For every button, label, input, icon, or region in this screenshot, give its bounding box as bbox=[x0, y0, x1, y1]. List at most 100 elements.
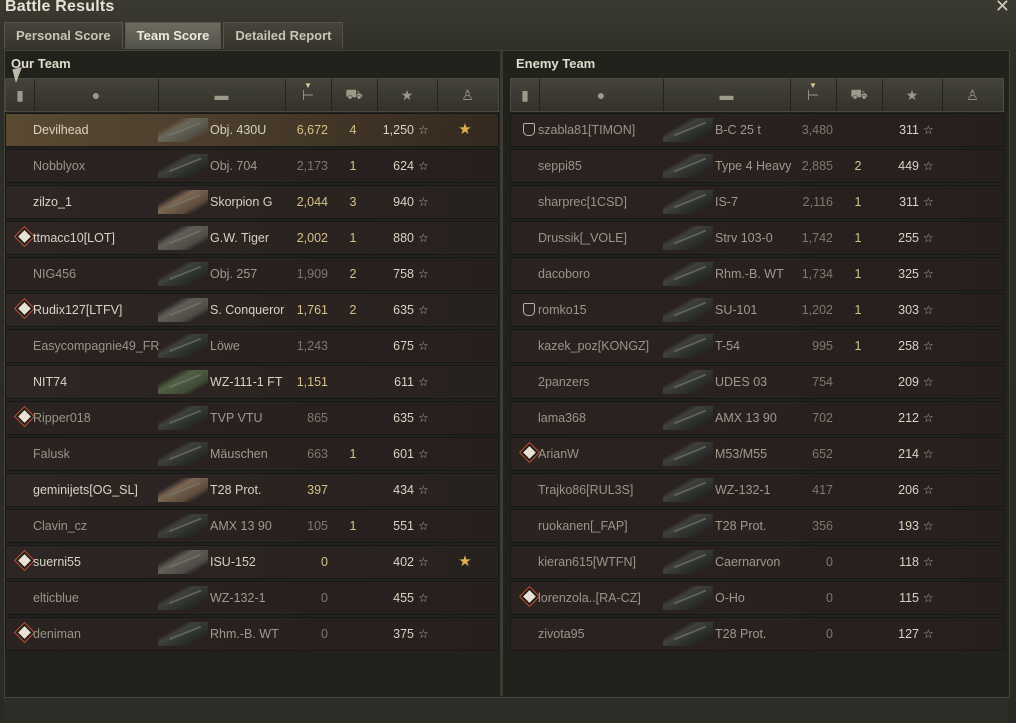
player-row[interactable]: Easycompagnie49_FR Löwe 1,243 675 ☆ bbox=[5, 329, 499, 363]
medal-icon bbox=[958, 510, 982, 542]
platoon-icon bbox=[14, 222, 34, 254]
xp-value: 303 bbox=[898, 303, 919, 317]
player-row[interactable]: zivota95 T28 Prot. 0 127 ☆ bbox=[510, 617, 1004, 651]
close-icon[interactable]: ✕ bbox=[995, 0, 1010, 17]
star-icon: ☆ bbox=[923, 339, 934, 353]
tank-image bbox=[158, 294, 208, 326]
vehicle-icon[interactable]: ▬ bbox=[663, 79, 791, 111]
kills-icon[interactable]: ⛟ bbox=[836, 79, 883, 111]
xp-value: 624 bbox=[393, 159, 414, 173]
player-row[interactable]: deniman Rhm.-B. WT 0 375 ☆ bbox=[5, 617, 499, 651]
player-name: zilzo_1 bbox=[33, 195, 72, 209]
damage-value: 2,885 bbox=[801, 159, 833, 173]
clan-shield-icon bbox=[523, 123, 535, 136]
tank-image bbox=[158, 330, 208, 362]
tab-team-score[interactable]: Team Score bbox=[124, 22, 222, 49]
damage-value: 1,202 bbox=[801, 303, 833, 317]
player-name: kazek_poz[KONGZ] bbox=[538, 339, 650, 353]
platoon-icon bbox=[519, 186, 539, 218]
kills-value: 1 bbox=[854, 231, 862, 245]
player-row[interactable]: zilzo_1 Skorpion G 2,044 3 940 ☆ bbox=[5, 185, 499, 219]
player-row[interactable]: dacoboro Rhm.-B. WT 1,734 1 325 ☆ bbox=[510, 257, 1004, 291]
star-icon: ☆ bbox=[418, 195, 429, 209]
tab-detailed-report[interactable]: Detailed Report bbox=[223, 22, 344, 49]
player-row[interactable]: Falusk Mäuschen 663 1 601 ☆ bbox=[5, 437, 499, 471]
medal-icon bbox=[453, 150, 477, 182]
xp-star-icon[interactable]: ★ bbox=[377, 79, 438, 111]
squad-icon[interactable]: ▮ bbox=[511, 79, 540, 111]
tank-silhouette-icon bbox=[663, 298, 713, 322]
team-divider bbox=[500, 50, 503, 696]
tank-image bbox=[158, 438, 208, 470]
kills-value bbox=[853, 438, 863, 470]
player-row[interactable]: Nobblyox Obj. 704 2,173 1 624 ☆ bbox=[5, 149, 499, 183]
tank-silhouette-icon bbox=[663, 550, 713, 574]
tank-image bbox=[158, 510, 208, 542]
kills-value bbox=[853, 618, 863, 650]
player-row[interactable]: ArianW M53/M55 652 214 ☆ bbox=[510, 437, 1004, 471]
damage-icon[interactable]: ▼ ⊢ bbox=[285, 79, 332, 111]
damage-value: 3,480 bbox=[801, 123, 833, 137]
damage-value: 417 bbox=[812, 483, 833, 497]
tank-silhouette-icon bbox=[663, 262, 713, 286]
player-row[interactable]: lama368 AMX 13 90 702 212 ☆ bbox=[510, 401, 1004, 435]
tank-silhouette-icon bbox=[158, 442, 208, 466]
player-row[interactable]: NIG456 Obj. 257 1,909 2 758 ☆ bbox=[5, 257, 499, 291]
xp-value: 212 bbox=[898, 411, 919, 425]
tank-silhouette-icon bbox=[663, 370, 713, 394]
player-row[interactable]: NIT74 WZ-111-1 FT 1,151 611 ☆ bbox=[5, 365, 499, 399]
medal-icon bbox=[958, 546, 982, 578]
medal-icon[interactable]: ♙ bbox=[942, 79, 1003, 111]
player-icon[interactable]: ● bbox=[34, 79, 159, 111]
damage-value: 652 bbox=[812, 447, 833, 461]
tank-image bbox=[663, 294, 713, 326]
tank-image bbox=[158, 222, 208, 254]
player-row[interactable]: ruokanen[_FAP] T28 Prot. 356 193 ☆ bbox=[510, 509, 1004, 543]
vehicle-name: Rhm.-B. WT bbox=[715, 267, 784, 281]
player-row[interactable]: Rudix127[LTFV] S. Conqueror 1,761 2 635 ☆ bbox=[5, 293, 499, 327]
player-row[interactable]: Devilhead Obj. 430U 6,672 4 1,250 ☆ ★ bbox=[5, 113, 499, 147]
xp-star-icon[interactable]: ★ bbox=[882, 79, 943, 111]
vehicle-name: Mäuschen bbox=[210, 447, 268, 461]
vehicle-name: G.W. Tiger bbox=[210, 231, 270, 245]
squad-icon[interactable]: ▮ bbox=[6, 79, 35, 111]
player-row[interactable]: seppi85 Type 4 Heavy 2,885 2 449 ☆ bbox=[510, 149, 1004, 183]
player-row[interactable]: ttmacc10[LOT] G.W. Tiger 2,002 1 880 ☆ bbox=[5, 221, 499, 255]
player-row[interactable]: Drussik[_VOLE] Strv 103-0 1,742 1 255 ☆ bbox=[510, 221, 1004, 255]
player-icon[interactable]: ● bbox=[539, 79, 664, 111]
player-row[interactable]: kazek_poz[KONGZ] T-54 995 1 258 ☆ bbox=[510, 329, 1004, 363]
star-icon: ☆ bbox=[923, 303, 934, 317]
kills-value bbox=[853, 402, 863, 434]
kills-value: 1 bbox=[854, 267, 862, 281]
platoon-icon bbox=[14, 582, 34, 614]
player-row[interactable]: suerni55 ISU-152 0 402 ☆ ★ bbox=[5, 545, 499, 579]
medal-icon bbox=[453, 186, 477, 218]
tank-silhouette-icon bbox=[158, 550, 208, 574]
star-icon: ☆ bbox=[418, 555, 429, 569]
tab-personal-score[interactable]: Personal Score bbox=[4, 22, 123, 49]
player-row[interactable]: geminijets[OG_SL] T28 Prot. 397 434 ☆ bbox=[5, 473, 499, 507]
tank-image bbox=[663, 438, 713, 470]
player-row[interactable]: Clavin_cz AMX 13 90 105 1 551 ☆ bbox=[5, 509, 499, 543]
player-row[interactable]: sharprec[1CSD] IS-7 2,116 1 311 ☆ bbox=[510, 185, 1004, 219]
vehicle-name: AMX 13 90 bbox=[210, 519, 272, 533]
vehicle-icon[interactable]: ▬ bbox=[158, 79, 286, 111]
player-name: ruokanen[_FAP] bbox=[538, 519, 628, 533]
player-row[interactable]: romko15 SU-101 1,202 1 303 ☆ bbox=[510, 293, 1004, 327]
kills-value: 1 bbox=[349, 447, 357, 461]
medal-icon[interactable]: ♙ bbox=[437, 79, 498, 111]
player-row[interactable]: szabla81[TIMON] B-C 25 t 3,480 311 ☆ bbox=[510, 113, 1004, 147]
damage-icon[interactable]: ▼ ⊢ bbox=[790, 79, 837, 111]
player-row[interactable]: Trajko86[RUL3S] WZ-132-1 417 206 ☆ bbox=[510, 473, 1004, 507]
player-row[interactable]: lorenzola..[RA-CZ] O-Ho 0 115 ☆ bbox=[510, 581, 1004, 615]
player-row[interactable]: Ripper018 TVP VTU 865 635 ☆ bbox=[5, 401, 499, 435]
player-row[interactable]: kieran615[WTFN] Caernarvon 0 118 ☆ bbox=[510, 545, 1004, 579]
player-row[interactable]: 2panzers UDES 03 754 209 ☆ bbox=[510, 365, 1004, 399]
tank-image bbox=[158, 546, 208, 578]
star-icon: ☆ bbox=[418, 159, 429, 173]
tank-image bbox=[663, 474, 713, 506]
kills-icon[interactable]: ⛟ bbox=[331, 79, 378, 111]
medal-icon bbox=[958, 330, 982, 362]
medal-icon bbox=[958, 114, 982, 146]
player-row[interactable]: elticblue WZ-132-1 0 455 ☆ bbox=[5, 581, 499, 615]
